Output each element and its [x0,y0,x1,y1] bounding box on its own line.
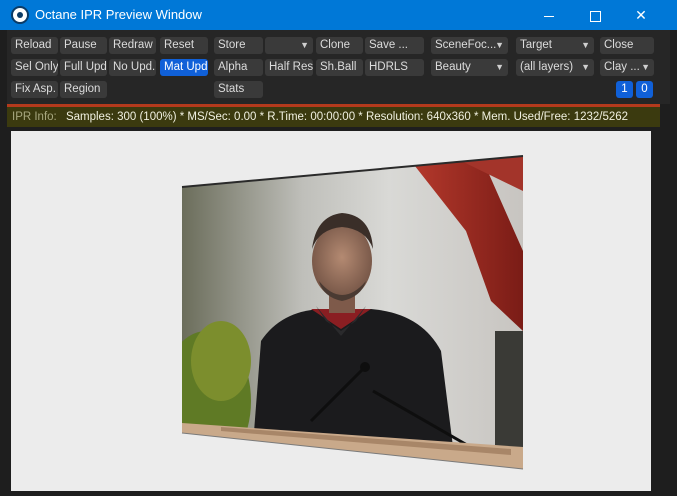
layers-value: (all layers) [520,61,574,73]
minimize-button[interactable] [526,0,572,30]
half-res-button[interactable]: Half Res [265,59,313,76]
render-pass-dropdown[interactable]: Beauty ▼ [431,59,508,76]
maximize-button[interactable] [572,0,618,30]
alpha-button[interactable]: Alpha [214,59,263,76]
maximize-icon [589,10,601,22]
chevron-down-icon: ▼ [300,40,309,50]
counter-1-button[interactable]: 1 [616,81,633,98]
render-pass-value: Beauty [435,61,471,73]
chevron-down-icon: ▼ [581,62,590,72]
shader-ball-button[interactable]: Sh.Ball [316,59,363,76]
save-label: Save ... [369,39,408,51]
render-viewport[interactable] [11,131,651,491]
material-update-button[interactable]: Mat Upd [160,59,208,76]
close-window-button[interactable]: ✕ [618,0,664,30]
store-button[interactable]: Store [214,37,263,54]
stats-button[interactable]: Stats [214,81,263,98]
kernel-dropdown[interactable]: Clay ... ▼ [600,59,654,76]
counter-0-button[interactable]: 0 [636,81,653,98]
hdrls-button[interactable]: HDRLS [365,59,424,76]
chevron-down-icon: ▼ [641,62,650,72]
full-update-button[interactable]: Full Upd. [60,59,107,76]
fix-aspect-button[interactable]: Fix Asp. [11,81,58,98]
chevron-down-icon: ▼ [581,40,590,50]
minimize-icon [544,15,554,17]
pause-button[interactable]: Pause [60,37,107,54]
save-dropdown[interactable]: Save ... [365,37,424,54]
rendered-scene-image [181,155,524,470]
region-button[interactable]: Region [60,81,107,98]
scene-focus-dropdown[interactable]: SceneFoc... ▼ [431,37,508,54]
clone-button[interactable]: Clone [316,37,363,54]
close-button[interactable]: Close [600,37,654,54]
layers-dropdown[interactable]: (all layers) ▼ [516,59,594,76]
ipr-info-bar: IPR Info: Samples: 300 (100%) * MS/Sec: … [7,107,660,127]
ipr-info-text: Samples: 300 (100%) * MS/Sec: 0.00 * R.T… [65,111,629,123]
store-slot-dropdown[interactable]: ▼ [265,37,313,54]
target-dropdown[interactable]: Target ▼ [516,37,594,54]
redraw-button[interactable]: Redraw [109,37,156,54]
scene-focus-value: SceneFoc... [435,39,497,51]
reload-button[interactable]: Reload [11,37,58,54]
chevron-down-icon: ▼ [495,62,504,72]
window-title: Octane IPR Preview Window [35,7,202,22]
ipr-info-label: IPR Info: [12,111,57,123]
no-update-button[interactable]: No Upd. [109,59,156,76]
close-icon: ✕ [635,7,647,23]
sel-only-button[interactable]: Sel Only [11,59,58,76]
kernel-value: Clay ... [604,61,640,73]
ipr-toolbar: Reload Pause Redraw Reset Store ▼ Clone … [7,30,670,104]
title-bar: Octane IPR Preview Window ✕ [0,0,677,30]
window-right-gutter [651,131,677,496]
render-panel [182,156,523,469]
chevron-down-icon: ▼ [495,40,504,50]
reset-button[interactable]: Reset [160,37,208,54]
octane-logo-icon [11,6,29,24]
target-value: Target [520,39,552,51]
